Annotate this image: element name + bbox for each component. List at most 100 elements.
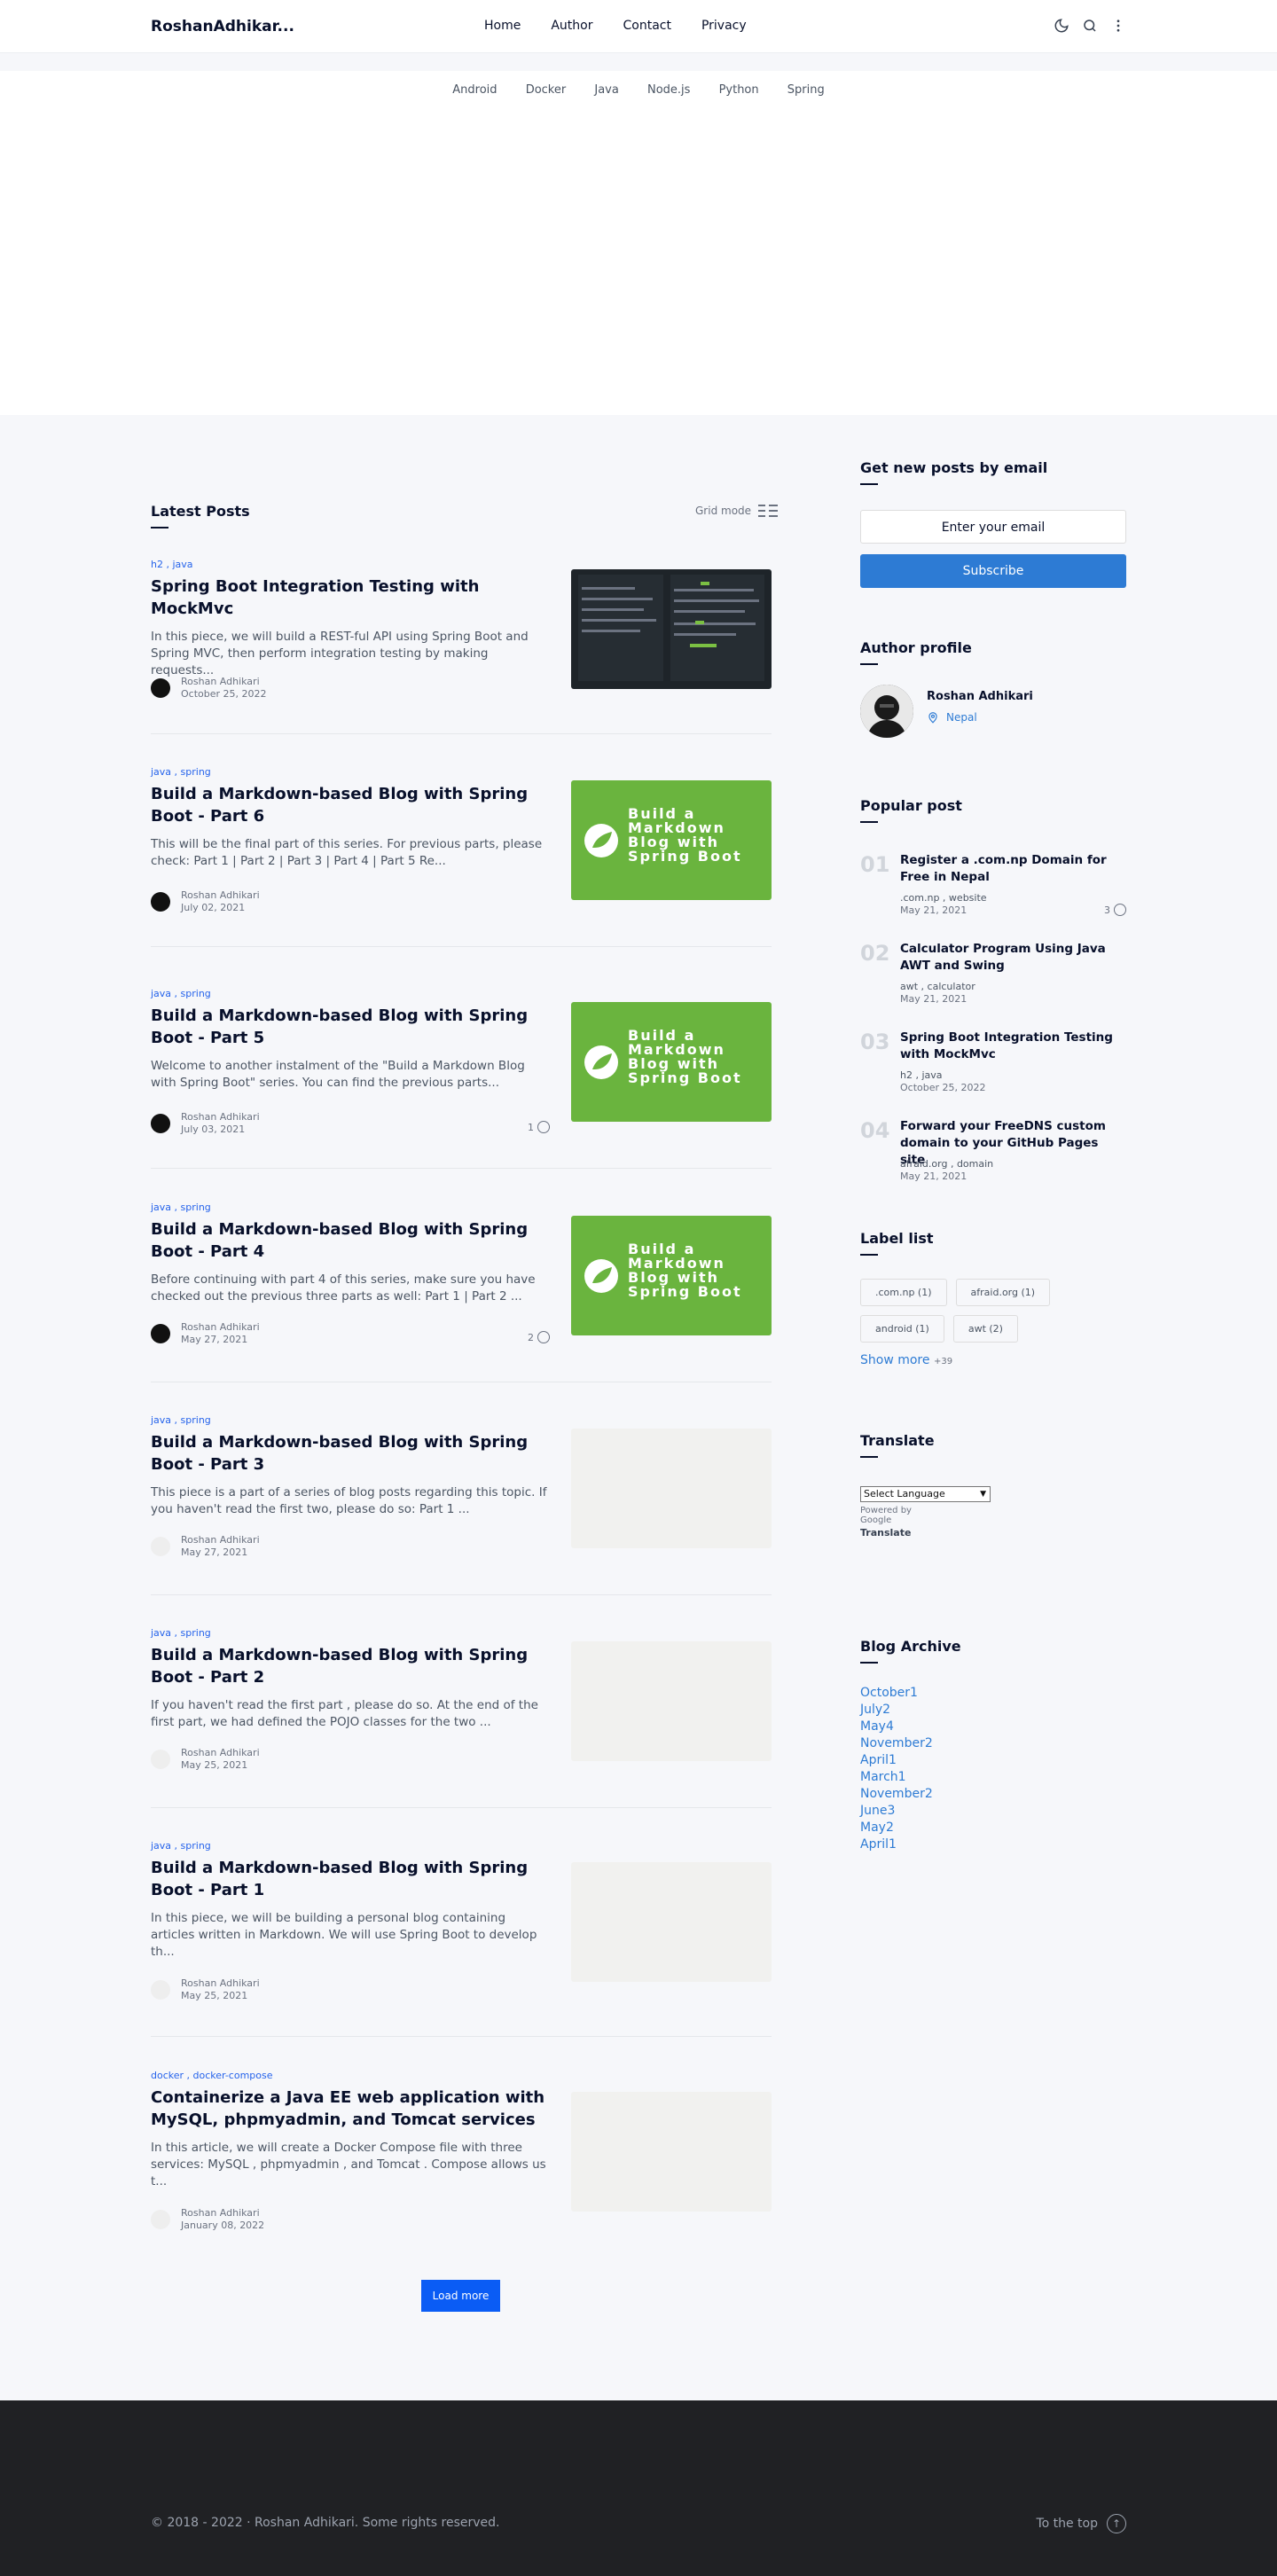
post-thumbnail[interactable] <box>571 2092 772 2212</box>
nav-contact[interactable]: Contact <box>623 19 670 33</box>
post-title[interactable]: Build a Markdown-based Blog with Spring … <box>151 783 548 827</box>
post-author: Roshan Adhikari January 08, 2022 <box>151 2207 264 2232</box>
archive-link[interactable]: April1 <box>860 1836 1126 1853</box>
archive-link[interactable]: November2 <box>860 1735 1126 1752</box>
show-more-link[interactable]: Show more +39 <box>860 1353 1126 1367</box>
post-labels[interactable]: java , spring <box>151 766 772 778</box>
comment-count[interactable]: 2 <box>528 1331 550 1343</box>
popular-post-date: May 21, 2021 <box>900 993 968 1005</box>
translate-link[interactable]: Translate <box>860 1527 1126 1539</box>
avatar <box>151 1114 170 1133</box>
category-spring[interactable]: Spring <box>787 83 825 97</box>
comment-count[interactable]: 3 <box>1104 904 1126 916</box>
spring-leaf-icon <box>584 1045 618 1079</box>
post-author: Roshan Adhikari May 25, 2021 <box>151 1747 260 1772</box>
archive-link[interactable]: July2 <box>860 1702 1126 1719</box>
post-title[interactable]: Build a Markdown-based Blog with Spring … <box>151 1644 548 1688</box>
post-labels[interactable]: java , spring <box>151 988 772 999</box>
site-logo[interactable]: RoshanAdhikar... <box>151 18 294 35</box>
post-thumbnail[interactable]: Build a Markdown Blog with Spring Boot <box>571 1216 772 1335</box>
popular-post-link[interactable]: Calculator Program Using Java AWT and Sw… <box>900 941 1126 975</box>
category-nodejs[interactable]: Node.js <box>647 83 690 97</box>
post-thumbnail[interactable]: Build a Markdown Blog with Spring Boot <box>571 780 772 900</box>
header-actions <box>1054 18 1126 34</box>
author-profile-widget: Author profile Roshan Adhikari Nepal <box>860 639 1126 747</box>
to-top-label: To the top <box>1036 2517 1098 2531</box>
google-logo[interactable]: Google <box>860 1515 1126 1525</box>
archive-link[interactable]: May4 <box>860 1719 1126 1735</box>
search-icon[interactable] <box>1082 18 1098 34</box>
spring-leaf-icon <box>584 1259 618 1293</box>
post-card: java , spring Build a Markdown-based Blo… <box>151 766 772 947</box>
title-underline <box>860 1662 878 1664</box>
post-labels[interactable]: docker , docker-compose <box>151 2070 772 2081</box>
archive-link[interactable]: October1 <box>860 1685 1126 1702</box>
post-title[interactable]: Build a Markdown-based Blog with Spring … <box>151 1431 548 1476</box>
language-select[interactable]: Select Language ▼ <box>860 1486 991 1502</box>
post-thumbnail[interactable]: Build a Markdown Blog with Spring Boot <box>571 1002 772 1122</box>
label-tag[interactable]: awt (2) <box>952 1315 1018 1343</box>
post-title[interactable]: Containerize a Java EE web application w… <box>151 2087 548 2131</box>
author-name: Roshan Adhikari <box>181 676 260 687</box>
post-snippet: In this piece, we will build a REST-ful … <box>151 630 529 677</box>
post-thumbnail[interactable] <box>571 1641 772 1761</box>
label-tag[interactable]: .com.np (1) <box>860 1279 947 1306</box>
show-more-count: +39 <box>933 1357 953 1366</box>
arrow-up-icon: ↑ <box>1107 2514 1126 2533</box>
author-avatar[interactable] <box>860 685 913 738</box>
author-name: Roshan Adhikari <box>181 1111 260 1123</box>
popular-post-link[interactable]: Spring Boot Integration Testing with Moc… <box>900 1030 1126 1063</box>
to-top-button[interactable]: To the top ↑ <box>1036 2514 1126 2533</box>
dark-mode-icon[interactable] <box>1054 18 1069 34</box>
thumbnail-text: Build a Markdown Blog with Spring Boot <box>628 1027 742 1086</box>
popular-post-link[interactable]: Register a .com.np Domain for Free in Ne… <box>900 852 1126 886</box>
author-location: Nepal <box>927 711 977 724</box>
nav-privacy[interactable]: Privacy <box>701 19 747 33</box>
popular-post-labels[interactable]: afraid.org , domain <box>900 1158 993 1170</box>
post-thumbnail[interactable] <box>571 569 772 689</box>
post-title[interactable]: Spring Boot Integration Testing with Moc… <box>151 575 548 620</box>
popular-post-labels[interactable]: awt , calculator <box>900 981 975 992</box>
post-labels[interactable]: java , spring <box>151 1840 772 1852</box>
author-name[interactable]: Roshan Adhikari <box>927 690 1033 703</box>
email-input[interactable]: Enter your email <box>860 510 1126 544</box>
subscribe-button[interactable]: Subscribe <box>860 554 1126 588</box>
post-title[interactable]: Build a Markdown-based Blog with Spring … <box>151 1218 548 1263</box>
category-java[interactable]: Java <box>594 83 618 97</box>
post-card: h2 , java Spring Boot Integration Testin… <box>151 559 772 734</box>
popular-post-number: 03 <box>860 1030 890 1054</box>
post-thumbnail[interactable] <box>571 1429 772 1548</box>
grid-mode-label: Grid mode <box>695 505 752 517</box>
category-python[interactable]: Python <box>719 83 759 97</box>
category-nav: Android Docker Java Node.js Python Sprin… <box>0 83 1277 97</box>
label-tag[interactable]: android (1) <box>860 1315 944 1343</box>
post-date: July 03, 2021 <box>181 1124 246 1135</box>
grid-mode-toggle[interactable]: Grid mode <box>695 504 779 518</box>
load-more-button[interactable]: Load more <box>421 2280 500 2312</box>
popular-post-labels[interactable]: .com.np , website <box>900 892 987 904</box>
popular-post-labels[interactable]: h2 , java <box>900 1069 943 1081</box>
more-vertical-icon[interactable] <box>1110 18 1126 34</box>
archive-link[interactable]: March1 <box>860 1769 1126 1786</box>
post-date: October 25, 2022 <box>181 688 267 700</box>
comment-count[interactable]: 1 <box>528 1121 550 1133</box>
category-docker[interactable]: Docker <box>526 83 567 97</box>
archive-link[interactable]: June3 <box>860 1803 1126 1820</box>
post-labels[interactable]: java , spring <box>151 1627 772 1639</box>
post-labels[interactable]: java , spring <box>151 1202 772 1213</box>
post-title[interactable]: Build a Markdown-based Blog with Spring … <box>151 1005 548 1049</box>
post-title[interactable]: Build a Markdown-based Blog with Spring … <box>151 1857 548 1901</box>
archive-link[interactable]: November2 <box>860 1786 1126 1803</box>
popular-post-number: 02 <box>860 941 890 966</box>
archive-link[interactable]: April1 <box>860 1752 1126 1769</box>
show-more-label: Show more <box>860 1353 930 1367</box>
label-tag[interactable]: afraid.org (1) <box>955 1279 1051 1306</box>
post-thumbnail[interactable] <box>571 1862 772 1982</box>
category-android[interactable]: Android <box>452 83 497 97</box>
nav-home[interactable]: Home <box>484 19 521 33</box>
archive-link[interactable]: May2 <box>860 1820 1126 1836</box>
popular-post-widget: Popular post <box>860 797 1126 823</box>
post-card: java , spring Build a Markdown-based Blo… <box>151 1840 772 2037</box>
post-labels[interactable]: java , spring <box>151 1414 772 1426</box>
nav-author[interactable]: Author <box>551 19 592 33</box>
